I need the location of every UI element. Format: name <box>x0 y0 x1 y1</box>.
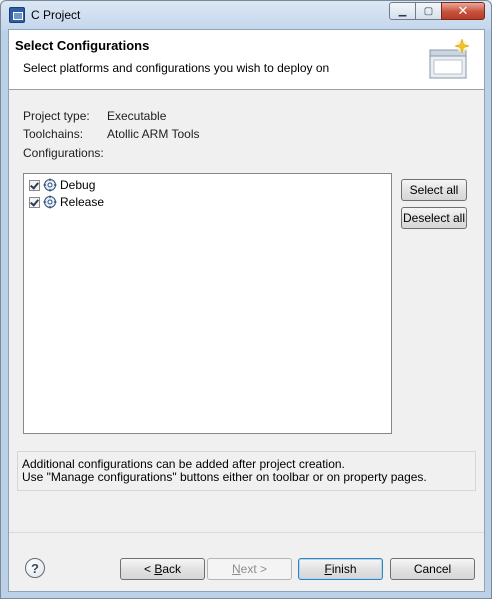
close-button[interactable]: ✕ <box>441 2 485 20</box>
deselect-all-button[interactable]: Deselect all <box>401 207 467 229</box>
minimize-button[interactable]: ▁ <box>389 2 416 20</box>
wizard-header: Select Configurations Select platforms a… <box>9 30 484 90</box>
project-type-label: Project type: <box>23 109 90 123</box>
configurations-label: Configurations: <box>23 146 104 160</box>
configuration-gear-icon <box>43 195 57 209</box>
back-prefix: < <box>143 562 155 576</box>
footer-separator <box>9 532 484 533</box>
maximize-icon: ▢ <box>423 5 434 17</box>
configuration-label: Debug <box>60 178 96 192</box>
list-item[interactable]: Debug <box>29 177 95 193</box>
finish-mnemonic: F <box>324 562 332 576</box>
configurations-list[interactable]: Debug Release <box>23 173 392 434</box>
project-type-value: Executable <box>107 109 167 123</box>
finish-button[interactable]: Finish <box>298 558 383 580</box>
finish-label: inish <box>331 562 357 576</box>
release-checkbox[interactable] <box>29 196 40 208</box>
configuration-gear-icon <box>43 178 57 192</box>
window-controls: ▁ ▢ ✕ <box>389 2 485 20</box>
list-item[interactable]: Release <box>29 194 104 210</box>
next-mnemonic: N <box>231 562 241 576</box>
select-all-button[interactable]: Select all <box>401 179 467 201</box>
close-icon: ✕ <box>457 3 469 18</box>
help-button[interactable]: ? <box>25 558 45 578</box>
maximize-button[interactable]: ▢ <box>415 2 442 20</box>
dialog-content: Select Configurations Select platforms a… <box>8 29 485 592</box>
toolchains-label: Toolchains: <box>23 127 84 141</box>
configuration-label: Release <box>60 195 105 209</box>
next-button[interactable]: Next > <box>207 558 292 580</box>
info-note: Additional configurations can be added a… <box>17 451 476 491</box>
debug-checkbox[interactable] <box>29 179 40 191</box>
back-button[interactable]: < Back <box>120 558 205 580</box>
page-description: Select platforms and configurations you … <box>23 61 330 75</box>
toolchains-value: Atollic ARM Tools <box>107 127 200 141</box>
cancel-button[interactable]: Cancel <box>390 558 475 580</box>
wizard-banner-icon <box>429 38 470 79</box>
title-bar[interactable]: C Project ▁ ▢ ✕ <box>1 1 491 29</box>
window-title: C Project <box>31 8 81 22</box>
next-label: ext > <box>240 562 268 576</box>
page-title: Select Configurations <box>15 38 150 53</box>
minimize-icon: ▁ <box>398 5 407 17</box>
dialog-window: C Project ▁ ▢ ✕ Select Configurations Se… <box>0 0 492 599</box>
app-icon <box>9 7 25 23</box>
help-icon: ? <box>31 560 39 576</box>
note-line-2: Use "Manage configurations" buttons eith… <box>22 470 427 484</box>
back-label: ack <box>162 562 182 576</box>
